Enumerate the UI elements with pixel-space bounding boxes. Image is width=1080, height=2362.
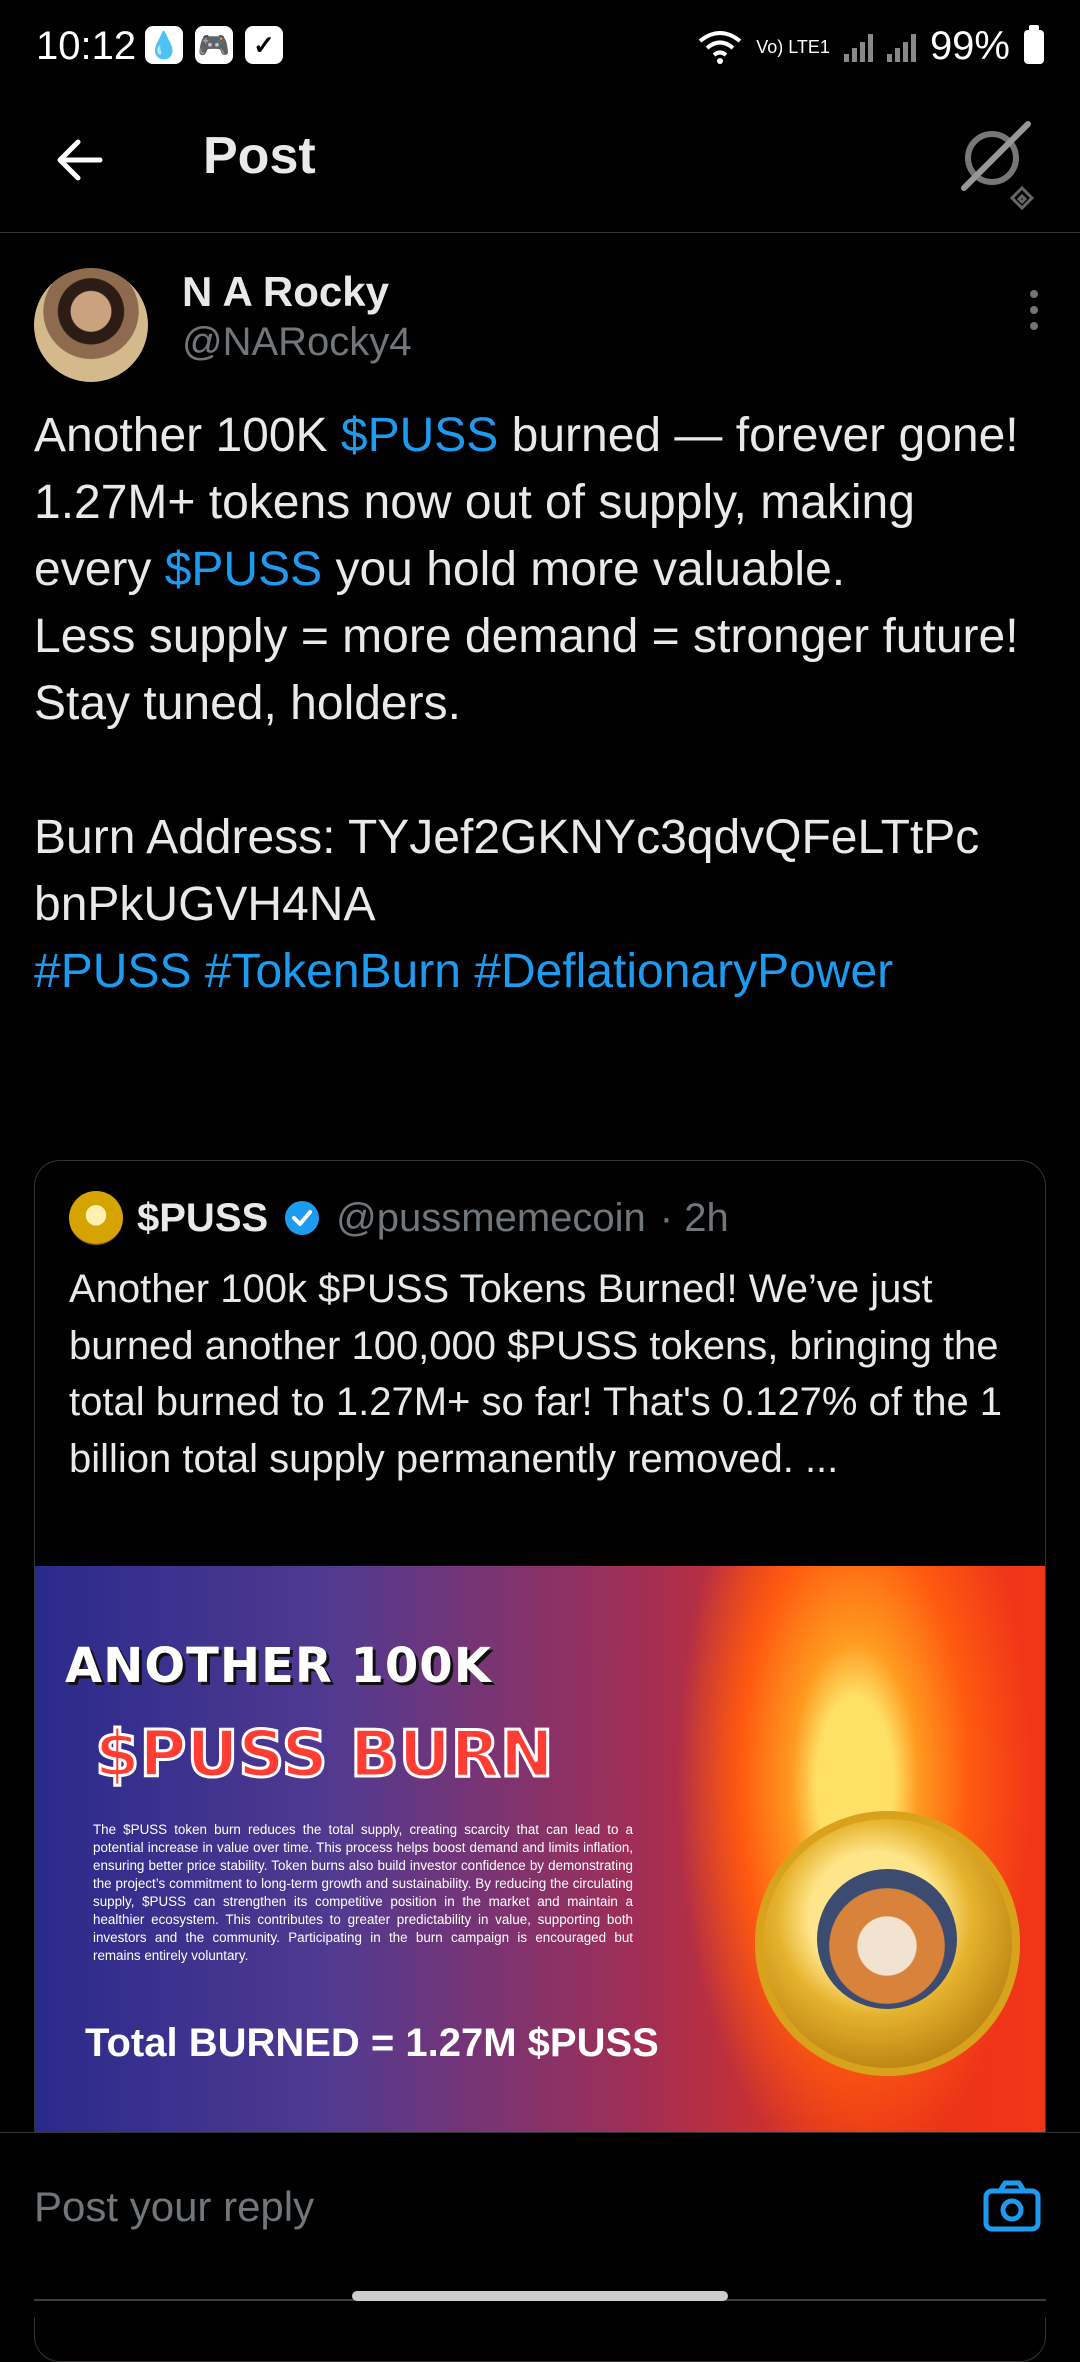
page-title: Post	[203, 127, 316, 185]
post-line-1: Another 100K $PUSS burned — forever gone…	[34, 402, 1054, 469]
battery-percent: 99%	[929, 24, 1010, 68]
back-arrow-icon[interactable]	[50, 130, 110, 190]
text-segment: you hold more valuable.	[322, 543, 846, 596]
signal-icon-2	[886, 32, 916, 62]
text-segment: Another 100K	[34, 409, 341, 462]
text-segment: every	[34, 543, 165, 596]
water-drop-icon: 💧	[145, 26, 183, 64]
post-line-2: 1.27M+ tokens now out of supply, making	[34, 476, 915, 529]
post-line-4: Less supply = more demand = stronger fut…	[34, 610, 1019, 663]
camera-icon[interactable]	[982, 2179, 1042, 2235]
banner-total: Total BURNED = 1.27M $PUSS	[85, 2021, 659, 2065]
text-segment: burned — forever gone!	[498, 409, 1019, 462]
banner-title: ANOTHER 100K	[65, 1638, 492, 1694]
burn-banner-image[interactable]: ANOTHER 100K $PUSS BURN The $PUSS token …	[35, 1566, 1045, 2186]
reply-input[interactable]: Post your reply	[34, 2183, 314, 2231]
post-line-3: every $PUSS you hold more valuable.	[34, 536, 1054, 603]
home-indicator[interactable]	[352, 2291, 728, 2301]
author-name[interactable]: N A Rocky	[182, 268, 389, 316]
hashtags-link[interactable]: #PUSS #TokenBurn #DeflationaryPower	[34, 938, 1054, 1005]
signal-icon	[843, 32, 873, 62]
battery-icon	[1024, 24, 1044, 64]
burn-address: Burn Address: TYJef2GKNYc3qdvQFeLTtPc bn…	[34, 811, 980, 931]
more-options-icon[interactable]	[1026, 290, 1042, 334]
reply-bar: Post your reply	[0, 2132, 1080, 2317]
grok-icon[interactable]	[950, 116, 1040, 226]
quoted-handle: @pussmemecoin	[336, 1195, 646, 1240]
puss-coin-logo	[755, 1811, 1020, 2076]
quoted-avatar	[69, 1191, 123, 1245]
wifi-icon	[698, 30, 742, 64]
banner-subtitle: $PUSS BURN	[94, 1717, 556, 1794]
post-header: Post	[0, 108, 1080, 233]
status-time: 10:12	[36, 24, 137, 68]
checkbox-icon: ✓	[245, 26, 283, 64]
author-handle[interactable]: @NARocky4	[182, 320, 412, 365]
system-status: Vo) LTE1 99%	[698, 24, 1044, 69]
quoted-name: $PUSS	[137, 1195, 269, 1240]
status-bar: 10:12 💧 🎮 ✓ Vo) LTE1 99%	[0, 0, 1080, 100]
quoted-text: Another 100k $PUSS Tokens Burned! We’ve …	[69, 1267, 1003, 1481]
quoted-post-header: $PUSS @pussmemecoin · 2h	[69, 1191, 729, 1245]
network-type: Vo) LTE1	[756, 36, 830, 57]
author-avatar[interactable]	[34, 268, 148, 382]
cashtag-link[interactable]: $PUSS	[165, 543, 322, 596]
verified-badge-icon	[285, 1201, 320, 1235]
post-line-5: Stay tuned, holders.	[34, 677, 461, 730]
post-text: Another 100K $PUSS burned — forever gone…	[34, 402, 1054, 1005]
cashtag-link[interactable]: $PUSS	[341, 409, 498, 462]
notification-icons: 💧 🎮 ✓	[145, 26, 283, 64]
cat-face-graphic	[817, 1869, 957, 2009]
game-controller-icon: 🎮	[195, 26, 233, 64]
banner-paragraph: The $PUSS token burn reduces the total s…	[93, 1822, 633, 1963]
quoted-time: · 2h	[659, 1195, 729, 1240]
